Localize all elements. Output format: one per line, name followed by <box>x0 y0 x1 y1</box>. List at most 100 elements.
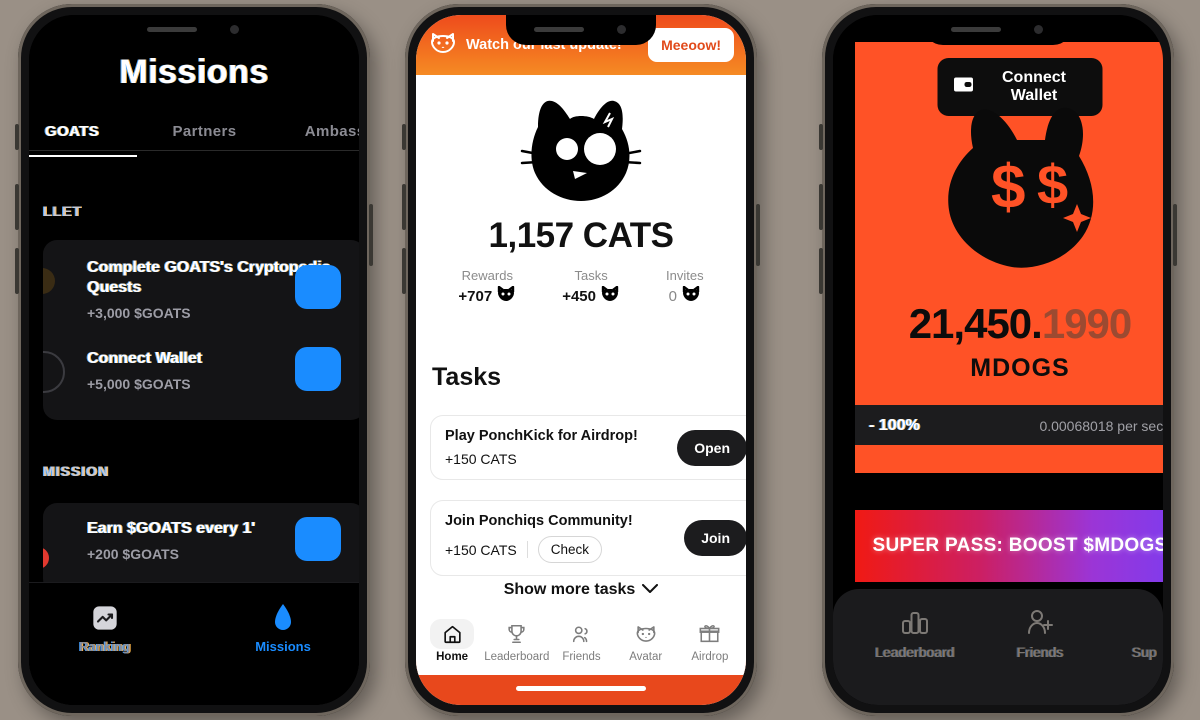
phone2-volume-up-button[interactable] <box>402 184 406 230</box>
nav-item-leaderboard[interactable]: Leaderboard <box>484 619 549 663</box>
nav-item-friends[interactable]: Friends <box>1008 605 1071 660</box>
task-check-button[interactable]: Check <box>537 536 602 563</box>
phone3-power-button[interactable] <box>1173 204 1177 266</box>
section-header-wallet: LLET <box>43 203 82 219</box>
tab-ambassador[interactable]: Ambassa <box>272 123 359 140</box>
phone1-screen: Missions GOATS Partners Ambassa LLET Com… <box>29 15 359 705</box>
dog-money-eyes-icon: $ $ <box>927 100 1113 281</box>
stat-value-wrap: +450 <box>562 285 620 307</box>
mining-progress: - 100% 0.00068018 per seco <box>855 405 1163 473</box>
divider <box>526 541 528 558</box>
wallet-icon <box>954 77 974 97</box>
star-icon <box>1125 605 1163 639</box>
stat-value: +707 <box>458 288 493 305</box>
phone3-bottom-nav: Leaderboard Friends Sup <box>833 589 1163 705</box>
mission-row[interactable]: Complete GOATS's Cryptopedia Quests +3,0… <box>43 240 359 333</box>
meeoow-button[interactable]: Meeoow! <box>648 28 734 62</box>
balance-hero: 1,157 CATS Rewards +707 Tasks +450 Invit… <box>416 75 746 307</box>
nav-item-home[interactable]: Home <box>420 619 484 663</box>
super-pass-label: SUPER PASS: BOOST $MDOGS <box>872 535 1163 556</box>
phone1-volume-down-button[interactable] <box>15 248 19 294</box>
nav-label: Airdrop <box>691 651 729 663</box>
phone1-notch <box>119 15 269 45</box>
nav-label: Friends <box>562 651 601 663</box>
mission-go-button[interactable] <box>295 264 341 309</box>
stat-value-wrap: +707 <box>458 285 516 307</box>
tab-goats[interactable]: GOATS <box>29 123 137 140</box>
stat-tasks: Tasks +450 <box>562 268 620 307</box>
tab-bar: GOATS Partners Ambassa <box>29 123 359 151</box>
mdogs-ticker: MDOGS <box>970 354 1070 382</box>
nav-label: Missions <box>255 639 311 654</box>
phone2-volume-down-button[interactable] <box>402 248 406 294</box>
phone-mockup-goats: Missions GOATS Partners Ambassa LLET Com… <box>15 4 373 716</box>
mission-go-button[interactable] <box>295 346 341 391</box>
phone-mockup-cats: Watch our last update! Meeoow! 1,157 CAT… <box>402 4 760 716</box>
stat-rewards: Rewards +707 <box>458 268 516 307</box>
amount-decimals: 1990 <box>1041 300 1132 347</box>
nav-item-missions[interactable]: Missions <box>235 601 331 654</box>
home-indicator[interactable] <box>516 686 646 691</box>
mission-icon <box>43 547 49 569</box>
svg-text:$: $ <box>1037 153 1068 216</box>
task-open-button[interactable]: Open <box>677 429 746 466</box>
stat-value-wrap: 0 <box>666 285 704 307</box>
nav-item-ranking[interactable]: Ranking <box>57 601 153 654</box>
phone2-bottom-area: Home Leaderboard Friends Avatar Airdrop <box>416 607 746 705</box>
mission-row[interactable]: Connect Wallet +5,000 $GOATS <box>43 333 359 404</box>
stat-label: Rewards <box>461 268 513 283</box>
earpiece-speaker <box>951 27 1001 32</box>
phone1-bottom-nav: Ranking Missions <box>29 582 359 705</box>
nav-item-leaderboard[interactable]: Leaderboard <box>875 605 954 660</box>
task-reward: +150 CATS <box>445 451 517 467</box>
phone1-mute-button[interactable] <box>15 124 19 150</box>
stat-invites: Invites 0 <box>666 268 704 307</box>
people-icon <box>549 619 613 649</box>
nav-item-airdrop[interactable]: Airdrop <box>678 619 742 663</box>
progress-labels: - 100% 0.00068018 per seco <box>855 405 1163 445</box>
task-join-button[interactable]: Join <box>684 520 746 556</box>
task-info: Play PonchKick for Airdrop! +150 CATS <box>445 428 667 467</box>
stat-label: Tasks <box>574 268 608 283</box>
phone3-mute-button[interactable] <box>819 124 823 150</box>
phone3-notch <box>923 15 1073 45</box>
progress-rate: 0.00068018 per seco <box>1039 418 1163 434</box>
nav-item-super[interactable]: Sup <box>1125 605 1163 660</box>
progress-bar-fill <box>855 445 1163 473</box>
phone2-bottom-nav: Home Leaderboard Friends Avatar Airdrop <box>416 607 746 675</box>
svg-text:$: $ <box>991 153 1025 222</box>
cat-coin-icon <box>496 285 516 307</box>
phone-mockup-mdogs: Connect Wallet $ $ 21,450.1990 MDOGS - 1… <box>819 4 1177 716</box>
cat-coin-icon <box>681 285 701 307</box>
gift-icon <box>678 619 742 649</box>
front-camera <box>617 25 626 34</box>
phone3-volume-down-button[interactable] <box>819 248 823 294</box>
super-pass-banner[interactable]: SUPER PASS: BOOST $MDOGS <box>855 510 1163 582</box>
nav-label: Ranking <box>79 639 131 654</box>
bar-chart-icon <box>875 605 954 639</box>
tab-partners[interactable]: Partners <box>137 123 272 140</box>
phone2-screen: Watch our last update! Meeoow! 1,157 CAT… <box>416 15 746 705</box>
show-more-tasks-button[interactable]: Show more tasks <box>416 581 746 599</box>
phone2-power-button[interactable] <box>756 204 760 266</box>
cat-outline-icon <box>614 619 678 649</box>
nav-label: Friends <box>1016 644 1064 660</box>
nav-item-friends[interactable]: Friends <box>549 619 613 663</box>
mission-go-button[interactable] <box>295 516 341 561</box>
phone1-power-button[interactable] <box>369 204 373 266</box>
mission-row[interactable]: Earn $GOATS every 1' +200 $GOATS <box>43 503 359 574</box>
person-add-icon <box>1008 605 1071 639</box>
phone3-volume-up-button[interactable] <box>819 184 823 230</box>
earpiece-speaker <box>147 27 197 32</box>
cat-coin-icon <box>600 285 620 307</box>
nav-label: Sup <box>1131 644 1157 660</box>
page-title: Missions <box>119 53 269 91</box>
chart-trend-icon <box>57 601 153 635</box>
task-title: Join Ponchiqs Community! <box>445 513 633 529</box>
phone2-mute-button[interactable] <box>402 124 406 150</box>
stat-value: 0 <box>668 288 677 305</box>
nav-item-avatar[interactable]: Avatar <box>614 619 678 663</box>
phone1-volume-up-button[interactable] <box>15 184 19 230</box>
mdogs-hero: Connect Wallet $ $ 21,450.1990 MDOGS <box>855 42 1163 405</box>
front-camera <box>1034 25 1043 34</box>
